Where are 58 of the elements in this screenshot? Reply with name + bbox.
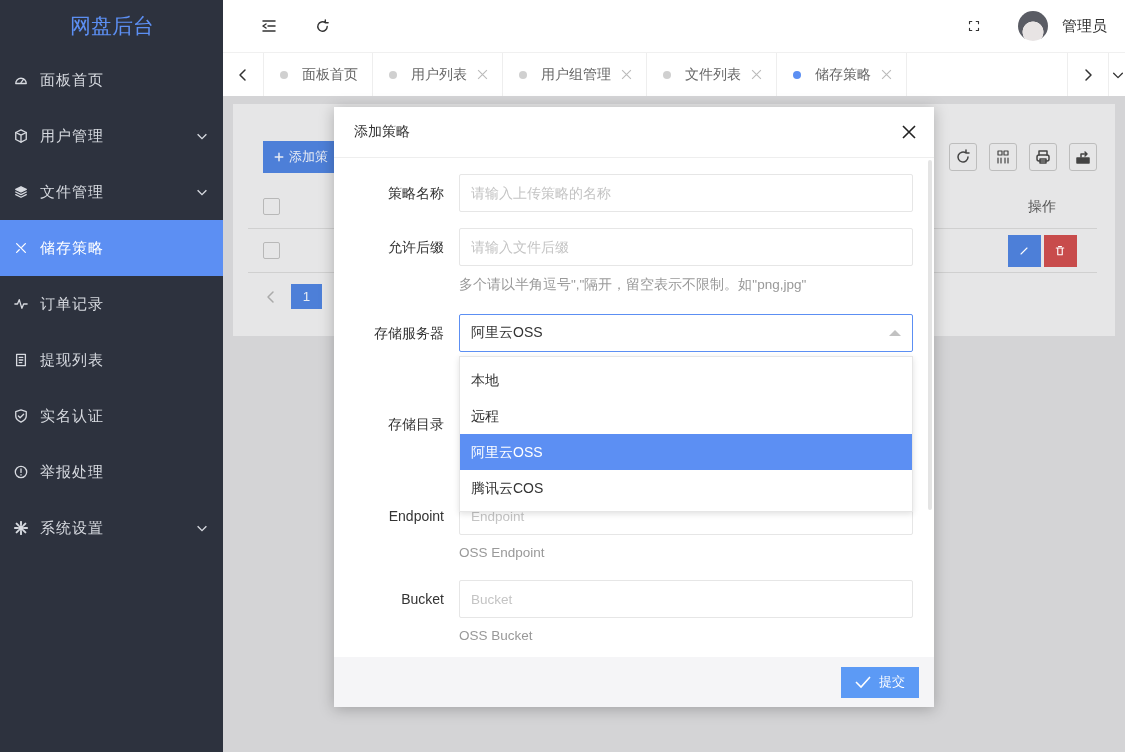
edit-button[interactable] — [1007, 234, 1041, 267]
text-field[interactable]: Bucket — [459, 580, 913, 618]
field-label: Bucket — [400, 590, 445, 609]
refresh-button[interactable] — [949, 143, 977, 171]
collapse-menu-icon — [261, 18, 277, 34]
help-text: OSS Endpoint — [459, 545, 546, 562]
sidebar-item[interactable]: 面板首页 — [0, 52, 223, 108]
close-icon[interactable] — [881, 69, 892, 80]
sidebar-item[interactable]: 文件管理 — [0, 164, 223, 220]
sidebar-item[interactable]: 用户管理 — [0, 108, 223, 164]
layers-icon — [14, 185, 28, 199]
field-label: Endpoint — [387, 507, 445, 526]
document-icon — [14, 353, 28, 367]
column-header: 操作 — [1027, 197, 1057, 216]
field-label: 策略名称 — [387, 184, 445, 203]
field-label: 允许后缀 — [387, 238, 445, 257]
cube-icon — [14, 129, 28, 143]
field-label: 存储服务器 — [373, 324, 445, 343]
caret-icon — [889, 329, 901, 337]
avatar[interactable] — [1018, 11, 1048, 41]
help-text: OSS Bucket — [459, 628, 534, 645]
help-text: 多个请以半角逗号","隔开，留空表示不限制。如"png,jpg" — [459, 276, 808, 294]
export-icon — [1075, 149, 1091, 165]
close-icon[interactable] — [751, 69, 762, 80]
checkbox[interactable] — [263, 198, 280, 215]
trash-icon — [1054, 244, 1066, 257]
logo: 网盘后台 — [68, 13, 155, 39]
export-button[interactable] — [1069, 143, 1097, 171]
fullscreen-icon — [968, 20, 980, 32]
shield-icon — [14, 409, 28, 423]
columns-icon — [995, 149, 1011, 165]
refresh-icon — [955, 149, 971, 165]
checkbox[interactable] — [263, 242, 280, 259]
sidebar-item[interactable]: 举报处理 — [0, 444, 223, 500]
print-button[interactable] — [1029, 143, 1057, 171]
check-icon — [855, 675, 871, 689]
field-label: 存储目录 — [387, 415, 445, 434]
gear-icon — [14, 521, 28, 535]
sidebar-item[interactable]: 系统设置 — [0, 500, 223, 556]
sidebar-item[interactable]: 提现列表 — [0, 332, 223, 388]
close-button[interactable] — [902, 125, 916, 139]
close-icon[interactable] — [621, 69, 632, 80]
refresh-icon — [315, 18, 330, 34]
dropdown-option[interactable]: 远程 — [460, 398, 912, 434]
sidebar-item[interactable]: 实名认证 — [0, 388, 223, 444]
close-icon[interactable] — [477, 69, 488, 80]
alert-icon — [14, 465, 28, 479]
columns-button[interactable] — [989, 143, 1017, 171]
delete-button[interactable] — [1043, 234, 1077, 267]
dialog-title: 添加策略 — [354, 123, 411, 141]
pulse-icon — [14, 297, 28, 311]
plus-icon — [273, 151, 285, 163]
text-field[interactable]: 请输入文件后缀 — [459, 228, 913, 266]
user-name[interactable]: 管理员 — [1062, 16, 1107, 36]
select-field[interactable]: 阿里云OSS — [459, 314, 913, 352]
print-icon — [1035, 149, 1051, 165]
sidebar-item[interactable]: 订单记录 — [0, 276, 223, 332]
dropdown-option[interactable]: 本地 — [460, 362, 912, 398]
